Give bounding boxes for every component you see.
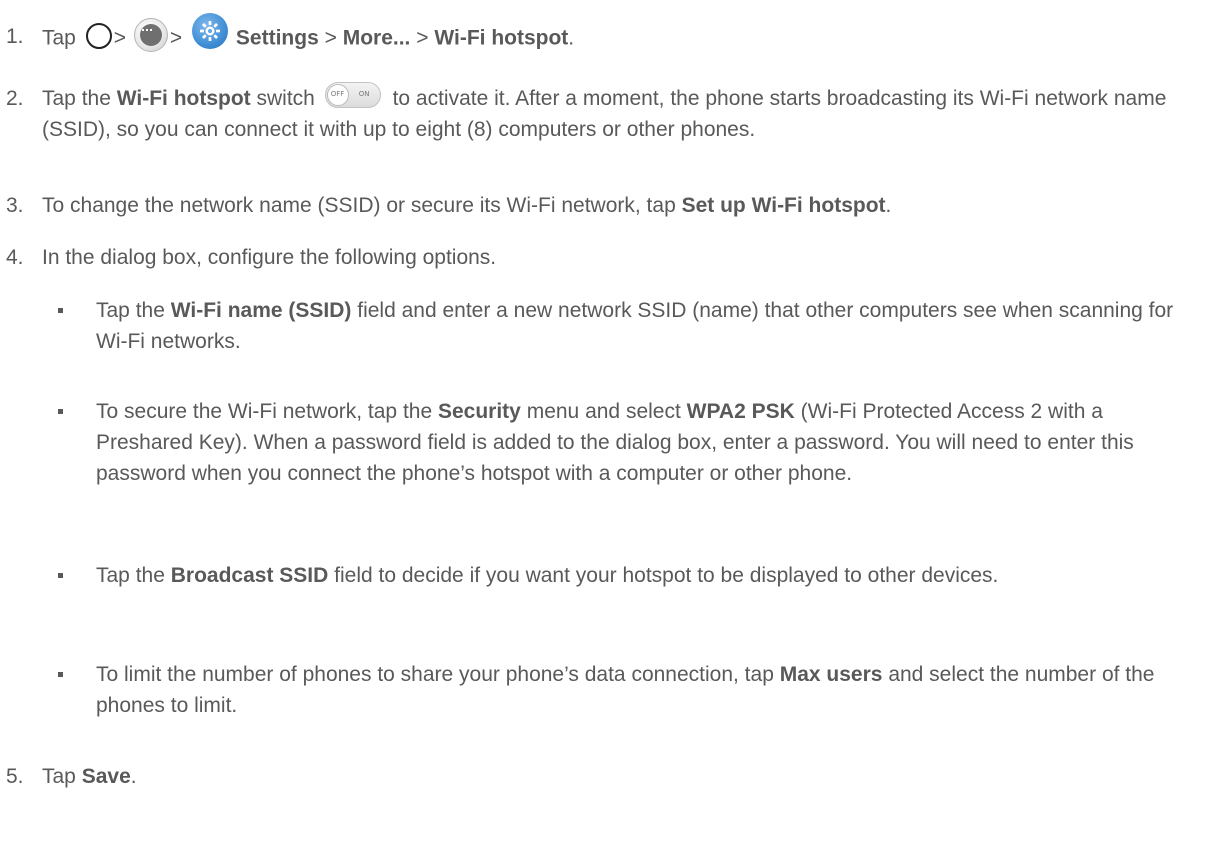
bullet-mark xyxy=(58,573,63,578)
security-label: Security xyxy=(437,400,521,423)
option-bullet-max-users: To limit the number of phones to share y… xyxy=(0,659,1200,721)
ssid-field-label: Wi-Fi name (SSID) xyxy=(170,299,352,322)
wifi-hotspot-label: Wi-Fi hotspot xyxy=(116,87,251,110)
step-3: 3. To change the network name (SSID) or … xyxy=(0,190,1200,221)
step-5: 5. Tap Save. xyxy=(0,761,1200,792)
toggle-switch-icon: OFF ON xyxy=(324,82,381,109)
step-4: 4. In the dialog box, configure the foll… xyxy=(0,242,1200,273)
step-number: 4. xyxy=(6,246,24,269)
option-bullet-broadcast: Tap the Broadcast SSID field to decide i… xyxy=(0,560,1200,591)
home-icon xyxy=(85,23,112,49)
step-number: 3. xyxy=(6,194,24,217)
bullet-mark xyxy=(58,409,63,414)
toggle-on-label: ON xyxy=(358,90,370,99)
separator: > xyxy=(324,26,337,50)
separator: > xyxy=(416,26,429,50)
separator: > xyxy=(113,26,126,50)
setup-hotspot-label: Set up Wi-Fi hotspot xyxy=(681,194,886,217)
broadcast-ssid-label: Broadcast SSID xyxy=(170,564,329,587)
step-number: 2. xyxy=(6,87,24,110)
instructions-page: 1. Tap > > Settings > More... > Wi-Fi ho… xyxy=(0,0,1210,843)
wifi-hotspot-label: Wi-Fi hotspot xyxy=(434,26,569,50)
settings-gear-icon xyxy=(191,13,228,49)
step-number: 5. xyxy=(6,765,24,788)
separator: > xyxy=(169,26,183,50)
bullet-mark xyxy=(58,672,63,677)
option-bullet-security: To secure the Wi-Fi network, tap the Sec… xyxy=(0,396,1200,489)
more-label: More... xyxy=(342,26,411,50)
apps-icon xyxy=(133,18,168,52)
step-2: 2. Tap the Wi-Fi hotspot switch OFF ON t… xyxy=(0,82,1200,145)
max-users-label: Max users xyxy=(779,663,883,686)
settings-label: Settings xyxy=(235,26,319,50)
option-bullet-ssid: Tap the Wi-Fi name (SSID) field and ente… xyxy=(0,295,1200,357)
bullet-mark xyxy=(58,308,63,313)
save-label: Save xyxy=(81,765,131,788)
step-number: 1. xyxy=(6,25,24,48)
wpa2-psk-label: WPA2 PSK xyxy=(686,400,795,423)
toggle-off-label: OFF xyxy=(330,90,345,99)
step-text: Tap xyxy=(42,26,76,50)
step-1: 1. Tap > > Settings > More... > Wi-Fi ho… xyxy=(0,13,1200,57)
